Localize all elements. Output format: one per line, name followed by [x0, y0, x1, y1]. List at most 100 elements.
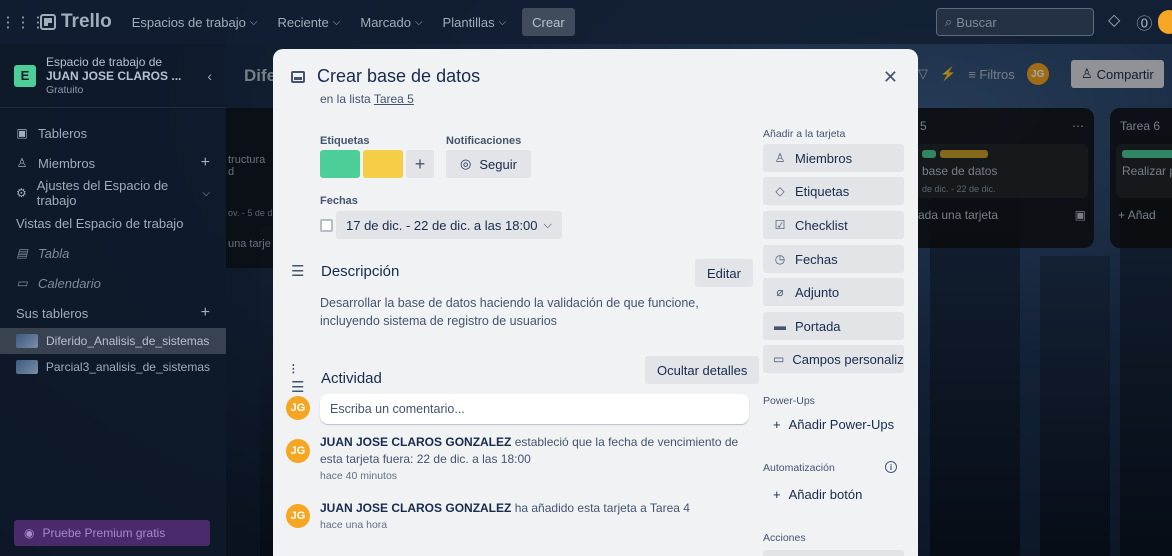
workspace-logo[interactable]: E — [14, 64, 36, 87]
info-icon[interactable]: i — [885, 461, 897, 473]
activity-time[interactable]: hace 40 minutos — [320, 468, 750, 485]
custom-fields-button[interactable]: ▭ Campos personaliz... — [763, 345, 904, 373]
in-list-prefix: en la lista — [320, 92, 371, 106]
activity-user[interactable]: JUAN JOSE CLAROS GONZALEZ — [320, 501, 511, 515]
help-icon[interactable]: ⓪ — [1136, 10, 1152, 34]
workspace-info: Espacio de trabajo de JUAN JOSE CLAROS .… — [46, 55, 181, 97]
table-icon: ▤ — [16, 246, 28, 260]
description-text[interactable]: Desarrollar la base de datos haciendo la… — [320, 294, 760, 330]
comment-input[interactable]: Escriba un comentario... — [320, 394, 749, 424]
add-board-icon[interactable]: + — [201, 304, 210, 322]
chevron-down-icon: ⌵ — [202, 187, 210, 199]
action-button-partial[interactable] — [763, 550, 904, 556]
avatar[interactable]: JG — [286, 439, 310, 463]
comment-placeholder: Escriba un comentario... — [330, 402, 465, 416]
avatar[interactable]: JG — [286, 396, 310, 420]
board-thumbnail — [16, 360, 38, 374]
nav-recent-label: Reciente — [277, 14, 329, 30]
sidebar-board-item[interactable]: Diferido_Analisis_de_sistemas — [0, 328, 226, 354]
custom-fields-icon: ▭ — [773, 352, 785, 366]
date-value: 17 de dic. - 22 de dic. a las 18:00 — [346, 217, 538, 233]
add-button-button[interactable]: + Añadir botón — [773, 487, 862, 502]
nav-starred-label: Marcado — [360, 14, 411, 30]
sidebar-item-boards[interactable]: ▣ Tableros — [0, 118, 226, 148]
activity-text: ha añadido esta tarjeta a Tarea 4 — [511, 501, 690, 515]
workspace-name-line1: Espacio de trabajo de — [46, 54, 163, 69]
sidebar-item-settings[interactable]: ⚙ Ajustes del Espacio de trabajo ⌵ — [0, 178, 226, 208]
add-button-label: Añadir botón — [788, 487, 863, 502]
checklist-button[interactable]: ☑ Checklist — [763, 211, 904, 239]
account-avatar[interactable] — [1158, 10, 1172, 34]
nav-workspaces[interactable]: Espacios de trabajo ⌵ — [124, 7, 266, 37]
nav-starred[interactable]: Marcado ⌵ — [352, 7, 430, 37]
sidebar-item-label: Ajustes del Espacio de trabajo — [36, 178, 169, 208]
activity-user[interactable]: JUAN JOSE CLAROS GONZALEZ — [320, 435, 511, 449]
labels-button[interactable]: ◇ Etiquetas — [763, 177, 904, 205]
sidebar-board-item[interactable]: Parcial3_analisis_de_sistemas — [0, 354, 226, 380]
activity-section-header: ⁝☰ Actividad — [291, 360, 382, 396]
add-powerups-button[interactable]: + Añadir Power-Ups — [773, 417, 894, 432]
search-input[interactable]: ⌕ Buscar — [936, 8, 1094, 36]
sidebar-item-members[interactable]: ♙ Miembros + — [0, 148, 226, 178]
premium-icon: ◉ — [24, 526, 35, 540]
nav-recent[interactable]: Reciente ⌵ — [269, 7, 348, 37]
eye-icon: ◎ — [460, 156, 472, 171]
nav-templates-label: Plantillas — [442, 14, 495, 30]
card-icon — [291, 70, 305, 83]
date-range-button[interactable]: 17 de dic. - 22 de dic. a las 18:00 ⌵ — [336, 211, 562, 239]
chevron-down-icon: ⌵ — [543, 218, 552, 231]
follow-button[interactable]: ◎ Seguir — [446, 150, 531, 178]
cover-label: Portada — [795, 318, 841, 334]
add-label-button[interactable]: + — [406, 150, 434, 178]
sidebar-item-label: Miembros — [38, 155, 96, 171]
activity-item: JUAN JOSE CLAROS GONZALEZ estableció que… — [320, 434, 750, 485]
members-button[interactable]: ♙ Miembros — [763, 144, 904, 172]
megaphone-icon[interactable]: ◇ — [1108, 10, 1120, 34]
label-green[interactable] — [320, 150, 360, 178]
automation-heading: Automatización — [763, 462, 835, 474]
sidebar-item-table[interactable]: ▤ Tabla — [0, 238, 226, 268]
activity-icon: ⁝☰ — [291, 361, 305, 396]
card-detail-modal: Crear base de datos ✕ en la lista Tarea … — [273, 49, 918, 556]
card-title-row: Crear base de datos — [291, 66, 480, 87]
person-icon: ♙ — [16, 156, 28, 170]
plus-icon: + — [773, 417, 781, 432]
board-item-label: Diferido_Analisis_de_sistemas — [46, 334, 210, 348]
nav-templates[interactable]: Plantillas ⌵ — [435, 7, 515, 37]
sidebar-item-calendar[interactable]: ▭ Calendario — [0, 268, 226, 298]
activity-time[interactable]: hace una hora — [320, 517, 750, 534]
create-button[interactable]: Crear — [522, 8, 575, 36]
chevron-down-icon: ⌵ — [249, 16, 258, 28]
search-placeholder: Buscar — [956, 14, 997, 30]
custom-fields-label: Campos personaliz... — [792, 351, 904, 367]
powerups-heading: Power-Ups — [763, 395, 815, 407]
search-icon: ⌕ — [945, 14, 953, 29]
gear-icon: ⚙ — [16, 186, 27, 200]
dates-heading: Fechas — [320, 195, 358, 207]
premium-label: Pruebe Premium gratis — [42, 526, 166, 540]
close-icon[interactable]: ✕ — [883, 67, 898, 88]
header-actions: ◇ ⓪ — [1108, 10, 1152, 34]
board-icon: ▣ — [16, 126, 28, 140]
attachment-button[interactable]: ⌀ Adjunto — [763, 278, 904, 306]
description-heading: Descripción — [321, 262, 400, 280]
cover-button[interactable]: ▬ Portada — [763, 312, 904, 340]
follow-label: Seguir — [479, 156, 517, 172]
avatar[interactable]: JG — [286, 504, 310, 528]
app-switcher-icon[interactable]: ⋮⋮⋮ — [1, 9, 46, 35]
collapse-sidebar-icon[interactable]: ‹ — [207, 68, 212, 84]
label-yellow[interactable] — [363, 150, 403, 178]
chevron-down-icon: ⌵ — [498, 16, 507, 28]
due-date-checkbox[interactable] — [320, 219, 333, 232]
edit-description-button[interactable]: Editar — [695, 259, 753, 287]
add-member-icon[interactable]: + — [201, 154, 210, 172]
try-premium-button[interactable]: ◉ Pruebe Premium gratis — [14, 520, 210, 546]
trello-logo[interactable]: Trello — [40, 11, 112, 33]
plus-icon: + — [773, 487, 781, 502]
card-title[interactable]: Crear base de datos — [317, 66, 480, 87]
list-link[interactable]: Tarea 5 — [374, 92, 414, 106]
dates-label: Fechas — [795, 251, 838, 267]
workspace-header: E Espacio de trabajo de JUAN JOSE CLAROS… — [0, 44, 226, 108]
dates-button[interactable]: ◷ Fechas — [763, 245, 904, 273]
hide-details-button[interactable]: Ocultar detalles — [645, 356, 760, 384]
